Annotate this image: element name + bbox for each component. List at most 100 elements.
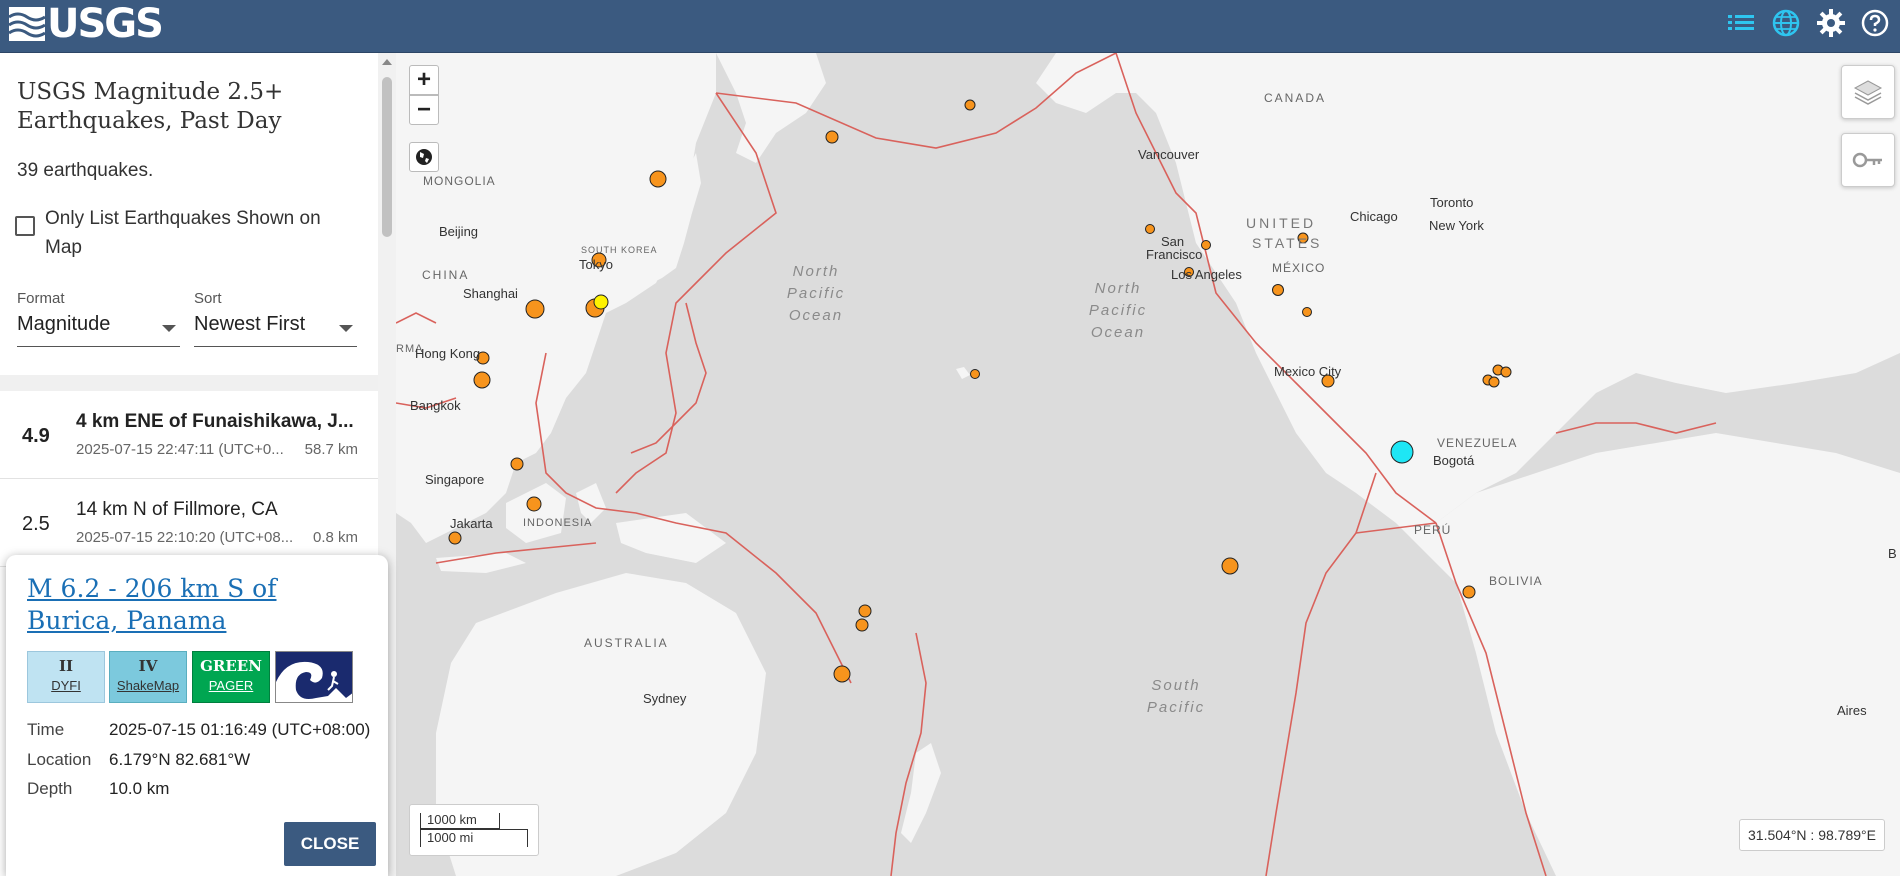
globe-icon[interactable] bbox=[1769, 6, 1803, 40]
dyfi-link[interactable]: DYFI bbox=[28, 678, 104, 693]
map-label-mexico: MÉXICO bbox=[1272, 260, 1325, 275]
dyfi-badge[interactable]: II DYFI bbox=[27, 651, 105, 703]
map-label-shanghai: Shanghai bbox=[463, 286, 518, 301]
map-label-north-pacific-2a: North bbox=[1095, 280, 1142, 297]
earthquake-marker bbox=[1302, 307, 1312, 317]
zoom-out-button[interactable]: − bbox=[409, 95, 439, 125]
format-dropdown[interactable]: Magnitude bbox=[17, 313, 180, 347]
depth-label: Depth bbox=[27, 779, 73, 798]
map-label-north-pacific-1b: Pacific bbox=[787, 285, 845, 302]
map-label-australia: AUSTRALIA bbox=[584, 636, 669, 650]
earthquake-list-item[interactable]: 4.9 4 km ENE of Funaishikawa, J... 2025-… bbox=[0, 391, 378, 479]
tsunami-icon bbox=[276, 652, 352, 702]
pager-badge[interactable]: GREEN PAGER bbox=[192, 651, 270, 703]
earthquake-marker bbox=[1201, 240, 1211, 250]
scroll-up-icon[interactable] bbox=[382, 59, 392, 65]
only-list-checkbox[interactable] bbox=[15, 216, 35, 236]
earthquake-detail-popup: M 6.2 - 206 km S of Burica, Panama II DY… bbox=[6, 555, 388, 876]
popup-title-link[interactable]: M 6.2 - 206 km S of Burica, Panama bbox=[27, 573, 347, 637]
map-scale: 1000 km 1000 mi bbox=[409, 804, 539, 856]
map-label-north-pacific-2c: Ocean bbox=[1091, 324, 1145, 341]
format-select[interactable]: Format Magnitude bbox=[17, 290, 180, 347]
map-label-north-pacific-1c: Ocean bbox=[789, 307, 843, 324]
locate-globe-button[interactable] bbox=[409, 142, 439, 172]
map-label-b-edge: B bbox=[1888, 546, 1897, 561]
shakemap-link[interactable]: ShakeMap bbox=[110, 678, 186, 693]
eq-time: 2025-07-15 22:10:20 (UTC+08... bbox=[76, 529, 294, 546]
pager-value: GREEN bbox=[200, 657, 262, 675]
sort-value: Newest First bbox=[194, 313, 306, 335]
usgs-wave-icon bbox=[9, 7, 45, 41]
map-label-venezuela: VENEZUELA bbox=[1437, 436, 1517, 450]
gear-icon[interactable] bbox=[1814, 6, 1848, 40]
map-label-toronto: Toronto bbox=[1430, 195, 1473, 210]
tsunami-badge[interactable] bbox=[275, 651, 353, 703]
earthquake-marker bbox=[473, 371, 491, 389]
pager-link[interactable]: PAGER bbox=[193, 678, 269, 693]
earthquake-marker bbox=[858, 604, 872, 618]
map-label-south-pacific-b: Pacific bbox=[1147, 699, 1205, 716]
location-label: Location bbox=[27, 750, 92, 769]
zoom-in-button[interactable]: + bbox=[409, 65, 439, 95]
sort-dropdown[interactable]: Newest First bbox=[194, 313, 357, 347]
map-label-mongolia: MONGOLIA bbox=[423, 174, 496, 188]
sort-caption: Sort bbox=[194, 290, 222, 307]
earthquake-marker bbox=[970, 369, 980, 379]
earthquake-marker bbox=[1221, 557, 1239, 575]
cursor-coordinates: 31.504°N : 98.789°E bbox=[1739, 819, 1885, 851]
dyfi-value: II bbox=[58, 657, 74, 675]
earthquake-marker bbox=[649, 170, 667, 188]
map-view[interactable]: CANADA MONGOLIA CHINA MÉXICO VENEZUELA P… bbox=[396, 53, 1900, 876]
earthquake-marker bbox=[510, 457, 524, 471]
map-label-china: CHINA bbox=[422, 268, 469, 282]
map-label-jakarta: Jakarta bbox=[450, 516, 493, 531]
time-value: 2025-07-15 01:16:49 (UTC+08:00) bbox=[109, 720, 371, 739]
scrollbar-thumb[interactable] bbox=[382, 77, 392, 237]
list-icon[interactable] bbox=[1724, 6, 1758, 40]
map-label-north-pacific-1a: North bbox=[793, 263, 840, 280]
map-label-aires: Aires bbox=[1837, 703, 1867, 718]
map-label-new-york: New York bbox=[1429, 218, 1484, 233]
earthquake-marker bbox=[825, 130, 839, 144]
earthquake-marker bbox=[525, 299, 545, 319]
time-row: Time 2025-07-15 01:16:49 (UTC+08:00) bbox=[27, 720, 370, 740]
earthquake-marker bbox=[1500, 366, 1512, 378]
chevron-down-icon bbox=[339, 325, 353, 332]
chevron-down-icon bbox=[162, 325, 176, 332]
map-label-hong-kong: Hong Kong bbox=[415, 346, 480, 361]
layers-button[interactable] bbox=[1841, 65, 1895, 119]
map-label-vancouver: Vancouver bbox=[1138, 147, 1200, 162]
help-icon[interactable] bbox=[1858, 6, 1892, 40]
earthquake-marker bbox=[1272, 284, 1284, 296]
scale-km: 1000 km bbox=[420, 813, 500, 829]
format-value: Magnitude bbox=[17, 313, 111, 335]
scale-mi: 1000 mi bbox=[420, 829, 528, 847]
only-list-label: Only List Earthquakes Shown on Map bbox=[45, 208, 321, 258]
depth-value: 10.0 km bbox=[109, 779, 170, 798]
earthquake-marker bbox=[964, 99, 976, 111]
legend-button[interactable] bbox=[1841, 133, 1895, 187]
close-button[interactable]: CLOSE bbox=[284, 822, 376, 866]
header-bar: USGS bbox=[0, 0, 1900, 53]
eq-magnitude: 2.5 bbox=[22, 513, 50, 535]
map-label-los-angeles: Los Angeles bbox=[1171, 267, 1242, 282]
earthquake-marker bbox=[1488, 376, 1500, 388]
eq-time: 2025-07-15 22:47:11 (UTC+0... bbox=[76, 441, 284, 458]
eq-depth: 0.8 km bbox=[312, 529, 358, 546]
earthquake-marker bbox=[526, 496, 542, 512]
usgs-logo[interactable]: USGS bbox=[9, 1, 164, 47]
only-list-checkbox-row[interactable]: Only List Earthquakes Shown on Map bbox=[15, 204, 355, 262]
map-canvas[interactable]: CANADA MONGOLIA CHINA MÉXICO VENEZUELA P… bbox=[396, 53, 1900, 876]
globe-icon bbox=[416, 149, 432, 165]
earthquake-marker bbox=[1145, 224, 1155, 234]
map-label-united: UNITED bbox=[1246, 215, 1316, 231]
shakemap-badge[interactable]: IV ShakeMap bbox=[109, 651, 187, 703]
eq-depth: 58.7 km bbox=[304, 441, 358, 458]
earthquake-marker bbox=[448, 531, 462, 545]
map-label-francisco: Francisco bbox=[1146, 247, 1202, 262]
location-value: 6.179°N 82.681°W bbox=[109, 750, 251, 769]
sort-select[interactable]: Sort Newest First bbox=[194, 290, 357, 347]
earthquake-marker bbox=[855, 618, 869, 632]
earthquake-list-item[interactable]: 2.5 14 km N of Fillmore, CA 2025-07-15 2… bbox=[0, 479, 378, 567]
map-label-states: STATES bbox=[1252, 235, 1322, 251]
